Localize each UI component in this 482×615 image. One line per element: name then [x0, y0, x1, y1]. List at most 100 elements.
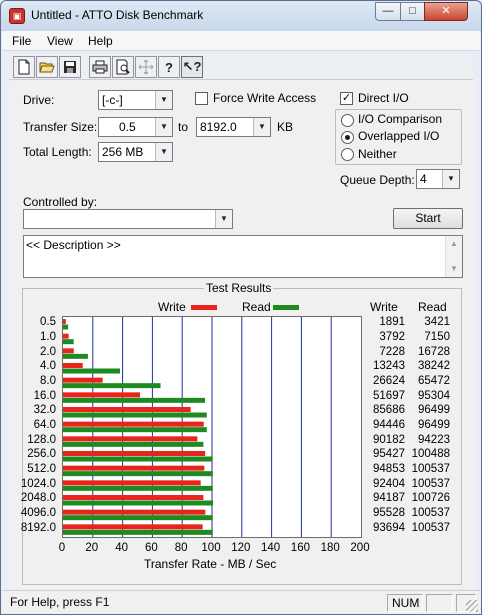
resize-grip[interactable] — [466, 600, 478, 612]
status-help-text: For Help, press F1 — [10, 595, 110, 609]
value-write-1.0: 3792 — [379, 331, 405, 343]
main-form: Drive: [-c-] ▼ Force Write Access ✓ Dire… — [9, 81, 475, 589]
category-label-8192.0: 8192.0 — [20, 521, 56, 534]
print-preview-button[interactable] — [112, 56, 134, 78]
context-help-button[interactable]: ↖? — [181, 56, 203, 78]
value-write-4096.0: 95528 — [373, 507, 405, 519]
minimize-icon: — — [382, 5, 394, 17]
drive-select[interactable]: [-c-] ▼ — [98, 90, 173, 110]
overlapped-io-label: Overlapped I/O — [358, 129, 440, 143]
bar-read-2.0 — [63, 353, 88, 359]
test-results-panel: Test Results Write Read Write Read 0.5 1.… — [20, 281, 462, 585]
chevron-down-icon[interactable]: ▼ — [442, 170, 459, 188]
radio-io-comparison[interactable] — [341, 114, 354, 127]
bar-write-512.0 — [63, 465, 205, 471]
start-button[interactable]: Start — [393, 208, 463, 229]
x-tick-40: 40 — [115, 542, 128, 554]
queue-depth-value: 4 — [420, 172, 427, 186]
maximize-button[interactable]: □ — [400, 2, 425, 21]
total-length-value: 256 MB — [102, 145, 144, 159]
bar-read-8192.0 — [63, 529, 213, 535]
value-write-512.0: 94853 — [373, 463, 405, 475]
chevron-down-icon[interactable]: ▼ — [253, 118, 270, 136]
description-scrollbar[interactable]: ▲ ▼ — [445, 236, 462, 277]
help-button[interactable]: ? — [158, 56, 180, 78]
new-file-button[interactable] — [13, 56, 35, 78]
minimize-button[interactable]: — — [375, 2, 401, 21]
window-title: Untitled - ATTO Disk Benchmark — [31, 8, 204, 22]
bar-read-0.5 — [63, 324, 69, 330]
value-write-128.0: 90182 — [373, 433, 405, 446]
move-button[interactable] — [135, 56, 157, 78]
value-read-8192.0: 100537 — [411, 521, 450, 534]
x-tick-60: 60 — [144, 542, 158, 554]
chevron-down-icon[interactable]: ▼ — [155, 143, 172, 161]
status-bar: For Help, press F1 NUM — [2, 590, 480, 614]
transfer-size-to-select[interactable]: 8192.0 ▼ — [196, 117, 271, 137]
value-write-4.0: 13243 — [373, 360, 405, 373]
value-write-2.0: 7228 — [379, 345, 405, 358]
num-lock-indicator: NUM — [387, 594, 423, 612]
bar-write-0.5 — [63, 319, 66, 324]
direct-io-checkbox[interactable]: ✓ — [340, 92, 353, 105]
category-label-2048.0: 2048.0 — [20, 492, 56, 505]
value-write-8.0: 26624 — [373, 375, 405, 387]
radio-neither[interactable] — [341, 148, 354, 161]
bar-write-2.0 — [63, 348, 74, 354]
value-read-8.0: 65472 — [418, 375, 450, 387]
category-label-4.0: 4.0 — [40, 360, 56, 373]
controlled-by-select[interactable]: ▼ — [23, 209, 233, 229]
close-button[interactable]: ✕ — [424, 2, 468, 21]
transfer-to-value: 8192.0 — [200, 120, 237, 134]
value-write-8192.0: 93694 — [373, 521, 405, 534]
x-tick-80: 80 — [174, 542, 188, 554]
value-write-64.0: 94446 — [373, 419, 405, 431]
menu-file[interactable]: File — [12, 34, 31, 48]
transfer-from-value: 0.5 — [119, 120, 136, 134]
x-tick-140: 140 — [261, 542, 281, 554]
toolbar: ? ↖? — [9, 54, 473, 80]
category-label-16.0: 16.0 — [33, 389, 56, 402]
description-textbox[interactable]: << Description >> ▲ ▼ — [23, 235, 463, 278]
chevron-down-icon[interactable]: ▼ — [215, 210, 232, 228]
scroll-down-icon[interactable]: ▼ — [446, 261, 462, 277]
force-write-checkbox[interactable] — [195, 92, 208, 105]
open-button[interactable] — [36, 56, 58, 78]
radio-overlapped-io[interactable] — [341, 131, 354, 144]
menu-help[interactable]: Help — [88, 34, 113, 48]
print-preview-icon — [116, 59, 130, 75]
menu-view[interactable]: View — [47, 34, 73, 48]
value-read-16.0: 95304 — [418, 389, 450, 402]
context-help-icon: ↖? — [182, 59, 202, 74]
controlled-by-label: Controlled by: — [23, 195, 98, 209]
total-length-select[interactable]: 256 MB ▼ — [98, 142, 173, 162]
menu-bar: File View Help — [2, 31, 480, 51]
value-read-2048.0: 100726 — [411, 492, 450, 505]
bar-write-256.0 — [63, 451, 206, 456]
app-window: ▣ Untitled - ATTO Disk Benchmark — □ ✕ F… — [0, 0, 482, 615]
category-label-64.0: 64.0 — [33, 419, 56, 431]
category-label-0.5: 0.5 — [40, 316, 56, 329]
print-button[interactable] — [89, 56, 111, 78]
save-button[interactable] — [59, 56, 81, 78]
chevron-down-icon[interactable]: ▼ — [155, 118, 172, 136]
queue-depth-select[interactable]: 4 ▼ — [416, 169, 460, 189]
drive-value: [-c-] — [102, 93, 123, 107]
transfer-size-from-select[interactable]: 0.5 ▼ — [98, 117, 173, 137]
value-read-64.0: 96499 — [418, 419, 450, 431]
value-read-1.0: 7150 — [424, 331, 450, 343]
description-text: << Description >> — [26, 238, 121, 252]
save-icon — [64, 61, 76, 73]
kb-label: KB — [277, 120, 294, 134]
value-read-256.0: 100488 — [411, 448, 450, 461]
chart-plot-area — [62, 316, 362, 538]
bar-write-2048.0 — [63, 495, 204, 500]
help-icon: ? — [165, 59, 173, 75]
title-bar[interactable]: ▣ Untitled - ATTO Disk Benchmark — □ ✕ — [1, 1, 481, 31]
bar-read-1024.0 — [63, 485, 213, 491]
chevron-down-icon[interactable]: ▼ — [155, 91, 172, 109]
bar-write-16.0 — [63, 392, 141, 398]
bar-read-256.0 — [63, 456, 213, 462]
scroll-up-icon[interactable]: ▲ — [446, 236, 462, 252]
value-write-32.0: 85686 — [373, 404, 405, 417]
